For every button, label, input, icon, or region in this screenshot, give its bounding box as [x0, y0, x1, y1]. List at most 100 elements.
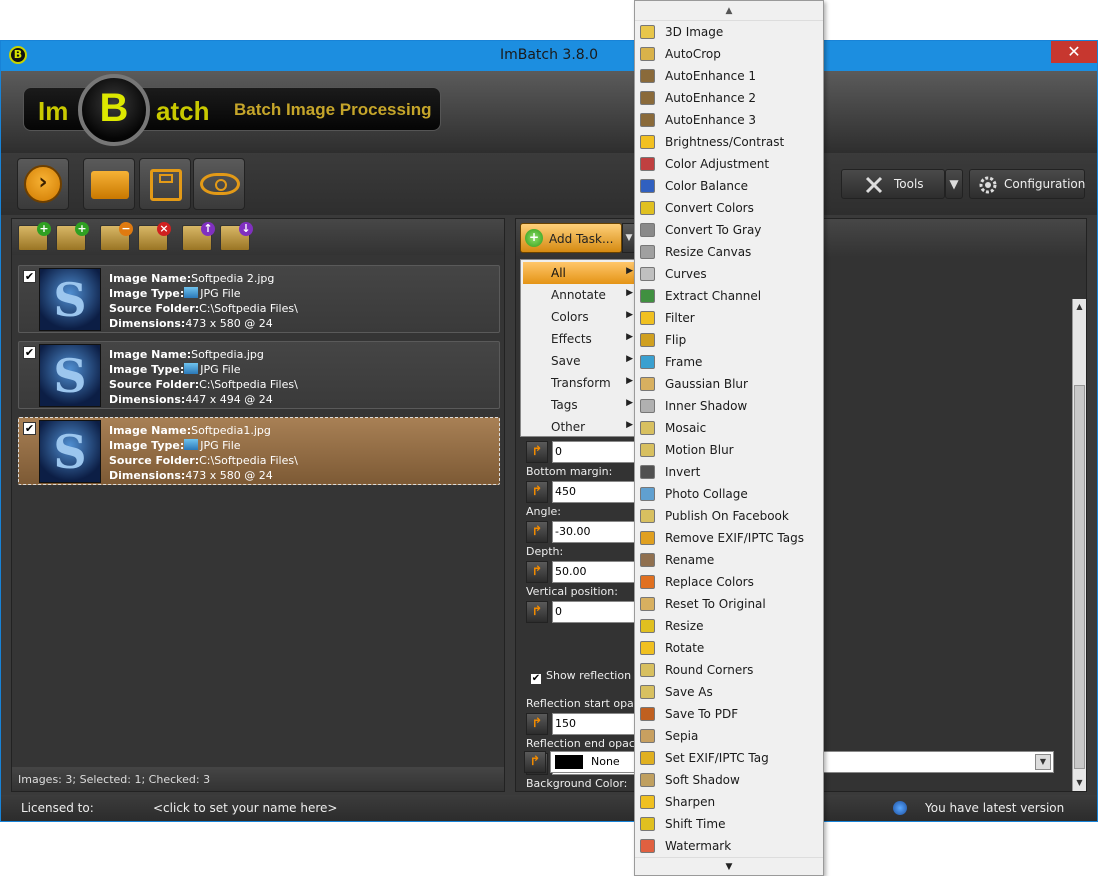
- category-item-transform[interactable]: Transform ▶: [523, 372, 635, 394]
- task-list-item[interactable]: AutoEnhance 1: [635, 65, 823, 87]
- run-button[interactable]: ›: [17, 158, 69, 210]
- reset-arrow-icon[interactable]: ↱: [526, 481, 548, 503]
- preview-button[interactable]: [193, 158, 245, 210]
- task-list-item[interactable]: Color Balance: [635, 175, 823, 197]
- task-icon: [640, 663, 655, 677]
- task-list-item[interactable]: Rename: [635, 549, 823, 571]
- add-image-button[interactable]: +: [18, 222, 51, 251]
- task-list-item[interactable]: Mosaic: [635, 417, 823, 439]
- task-list-item[interactable]: Flip: [635, 329, 823, 351]
- category-label: Annotate: [551, 288, 606, 302]
- chevron-down-icon[interactable]: ▼: [1035, 754, 1051, 770]
- task-icon: [640, 685, 655, 699]
- scroll-down-icon[interactable]: ▼: [1073, 775, 1086, 791]
- item-checkbox[interactable]: ✔: [23, 346, 36, 359]
- move-up-button[interactable]: ↑: [182, 222, 215, 251]
- task-list-item[interactable]: Reset To Original: [635, 593, 823, 615]
- show-reflection-checkbox[interactable]: ✔ Show reflection: [530, 669, 631, 685]
- add-folder-button[interactable]: +: [56, 222, 89, 251]
- reflection-start-field[interactable]: 150: [552, 713, 642, 735]
- reset-arrow-icon[interactable]: ↱: [526, 441, 548, 463]
- remove-image-button[interactable]: −: [100, 222, 133, 251]
- image-list-item[interactable]: ✔ S Image Name:Softpedia.jpg Image Type: JPG…: [18, 341, 500, 409]
- task-list-item[interactable]: Color Adjustment: [635, 153, 823, 175]
- depth-field[interactable]: 50.00: [552, 561, 642, 583]
- task-list-item[interactable]: AutoEnhance 2: [635, 87, 823, 109]
- add-task-button[interactable]: + Add Task...: [520, 223, 622, 253]
- task-list-item[interactable]: AutoEnhance 3: [635, 109, 823, 131]
- task-label: Remove EXIF/IPTC Tags: [665, 531, 804, 545]
- scroll-up-icon[interactable]: ▲: [1073, 299, 1086, 315]
- task-list-item[interactable]: Resize: [635, 615, 823, 637]
- reset-arrow-icon[interactable]: ↱: [524, 751, 546, 773]
- bottom-margin-row: ↱ 450: [526, 481, 642, 503]
- task-list-item[interactable]: Filter: [635, 307, 823, 329]
- image-list-item[interactable]: ✔ S Image Name:Softpedia 2.jpg Image Type: J…: [18, 265, 500, 333]
- task-list-item[interactable]: AutoCrop: [635, 43, 823, 65]
- vertical-position-field[interactable]: 0: [552, 601, 642, 623]
- task-list-item[interactable]: Convert To Gray: [635, 219, 823, 241]
- task-list-item[interactable]: Extract Channel: [635, 285, 823, 307]
- task-list-item[interactable]: Sepia: [635, 725, 823, 747]
- task-list-item[interactable]: Curves: [635, 263, 823, 285]
- tools-dropdown-arrow[interactable]: ▼: [945, 169, 963, 199]
- task-list-item[interactable]: Sharpen: [635, 791, 823, 813]
- angle-field[interactable]: -30.00: [552, 521, 642, 543]
- task-list-item[interactable]: Round Corners: [635, 659, 823, 681]
- category-item-save[interactable]: Save ▶: [523, 350, 635, 372]
- category-item-all[interactable]: All ▶: [523, 262, 635, 284]
- chevron-right-icon: ▶: [626, 266, 633, 276]
- task-list-item[interactable]: Save As: [635, 681, 823, 703]
- category-item-annotate[interactable]: Annotate ▶: [523, 284, 635, 306]
- save-button[interactable]: [139, 158, 191, 210]
- list-scroll-up-icon[interactable]: ▲: [635, 1, 823, 21]
- task-list-item[interactable]: Save To PDF: [635, 703, 823, 725]
- scrollbar-thumb[interactable]: [1074, 385, 1085, 769]
- task-list-item[interactable]: Photo Collage: [635, 483, 823, 505]
- task-list-item[interactable]: Inner Shadow: [635, 395, 823, 417]
- configuration-button[interactable]: Configuration: [969, 169, 1085, 199]
- top-value-row: ↱ 0: [526, 441, 642, 463]
- bottom-margin-field[interactable]: 450: [552, 481, 642, 503]
- list-scroll-down-icon[interactable]: ▼: [635, 857, 823, 875]
- move-down-button[interactable]: ↓: [220, 222, 253, 251]
- task-list-item[interactable]: 3D Image: [635, 21, 823, 43]
- close-button[interactable]: ✕: [1051, 41, 1097, 63]
- item-checkbox[interactable]: ✔: [23, 270, 36, 283]
- task-list-item[interactable]: Remove EXIF/IPTC Tags: [635, 527, 823, 549]
- reset-arrow-icon[interactable]: ↱: [526, 601, 548, 623]
- task-icon: [640, 311, 655, 325]
- task-list-item[interactable]: Brightness/Contrast: [635, 131, 823, 153]
- tools-button[interactable]: Tools: [841, 169, 945, 199]
- task-list-item[interactable]: Gaussian Blur: [635, 373, 823, 395]
- task-list-item[interactable]: Set EXIF/IPTC Tag: [635, 747, 823, 769]
- title-bar[interactable]: B ImBatch 3.8.0 ✕: [1, 41, 1097, 71]
- clear-images-button[interactable]: ×: [138, 222, 171, 251]
- task-list-item[interactable]: Resize Canvas: [635, 241, 823, 263]
- category-item-effects[interactable]: Effects ▶: [523, 328, 635, 350]
- task-list-item[interactable]: Rotate: [635, 637, 823, 659]
- reset-arrow-icon[interactable]: ↱: [526, 561, 548, 583]
- task-list-item[interactable]: Frame: [635, 351, 823, 373]
- reset-arrow-icon[interactable]: ↱: [526, 713, 548, 735]
- category-item-tags[interactable]: Tags ▶: [523, 394, 635, 416]
- task-list-item[interactable]: Replace Colors: [635, 571, 823, 593]
- task-list-item[interactable]: Invert: [635, 461, 823, 483]
- image-list-item[interactable]: ✔ S Image Name:Softpedia1.jpg Image Type: JP…: [18, 417, 500, 485]
- category-label: Tags: [551, 398, 578, 412]
- license-name-link[interactable]: <click to set your name here>: [153, 801, 337, 815]
- task-list-item[interactable]: Convert Colors: [635, 197, 823, 219]
- properties-scrollbar[interactable]: ▲ ▼: [1072, 299, 1086, 791]
- category-item-other[interactable]: Other ▶: [523, 416, 635, 438]
- task-list-item[interactable]: Motion Blur: [635, 439, 823, 461]
- reset-arrow-icon[interactable]: ↱: [526, 521, 548, 543]
- top-value-field[interactable]: 0: [552, 441, 642, 463]
- task-list-item[interactable]: Shift Time: [635, 813, 823, 835]
- task-list-item[interactable]: Soft Shadow: [635, 769, 823, 791]
- open-button[interactable]: [83, 158, 135, 210]
- item-checkbox[interactable]: ✔: [23, 422, 36, 435]
- task-list-item[interactable]: Publish On Facebook: [635, 505, 823, 527]
- task-list-item[interactable]: Watermark: [635, 835, 823, 857]
- category-item-colors[interactable]: Colors ▶: [523, 306, 635, 328]
- image-type-label: Image Type:: [109, 287, 185, 300]
